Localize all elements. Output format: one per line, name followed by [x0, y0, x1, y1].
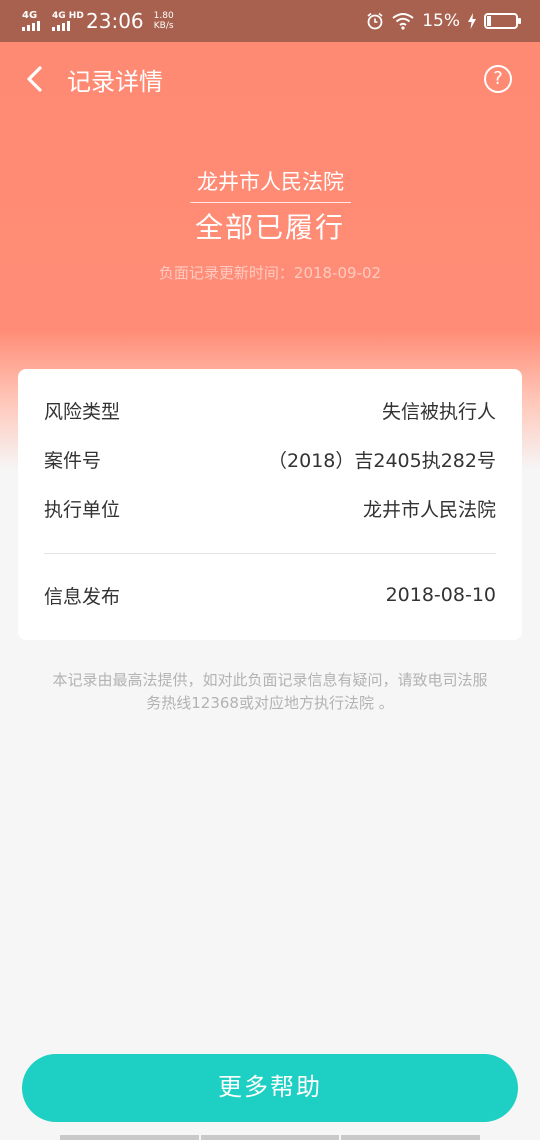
update-date: 2018-09-02 — [293, 264, 382, 282]
status-bar-left: 4G 4G HD 23:06 1.80 KB/s — [22, 9, 174, 33]
detail-row-publish-date: 信息发布 2018-08-10 — [44, 580, 496, 610]
network-speed: 1.80 KB/s — [154, 11, 174, 31]
detail-label: 风险类型 — [44, 400, 121, 423]
back-arrow-icon[interactable] — [22, 64, 48, 94]
speed-value: 1.80 — [153, 11, 174, 21]
card-divider — [44, 553, 496, 554]
charging-icon — [468, 13, 476, 29]
detail-value: 龙井市人民法院 — [362, 498, 496, 521]
more-help-button[interactable]: 更多帮助 — [22, 1054, 518, 1122]
battery-icon — [484, 13, 521, 29]
status-bar-right: 15% — [366, 11, 521, 31]
detail-label: 案件号 — [44, 449, 102, 472]
detail-value: 2018-08-10 — [385, 584, 496, 606]
alarm-icon — [367, 12, 383, 30]
sim2-label: 4G HD — [52, 11, 84, 21]
sim1-label: 4G — [22, 10, 38, 21]
detail-value: （2018）吉2405执282号 — [268, 449, 496, 472]
battery-fill — [487, 16, 491, 26]
battery-percent: 15% — [422, 11, 460, 31]
detail-label: 执行单位 — [44, 498, 121, 521]
detail-value: 失信被执行人 — [381, 400, 496, 423]
speed-unit: KB/s — [153, 21, 174, 31]
navigation-bar — [60, 1135, 481, 1140]
detail-row-executing-unit: 执行单位 龙井市人民法院 — [44, 493, 496, 523]
wifi-icon — [392, 13, 414, 30]
signal-icon: 4G — [22, 11, 46, 31]
status-bar: 4G 4G HD 23:06 1.80 KB/s 15% — [0, 0, 540, 42]
update-time: 负面记录更新时间：2018-09-02 — [0, 262, 540, 283]
status-time: 23:06 — [86, 9, 144, 33]
detail-row-case-number: 案件号 （2018）吉2405执282号 — [44, 444, 496, 474]
status-title: 全部已履行 — [194, 211, 345, 244]
signal-icon: 4G HD — [52, 11, 84, 31]
toolbar: 记录详情 ? — [0, 42, 540, 116]
update-label: 负面记录更新时间： — [158, 264, 294, 282]
question-icon[interactable]: ? — [484, 65, 512, 93]
detail-row-risk-type: 风险类型 失信被执行人 — [44, 395, 496, 425]
disclaimer-note: 本记录由最高法提供，如对此负面记录信息有疑问，请致电司法服务热线12368或对应… — [52, 671, 488, 712]
detail-label: 信息发布 — [44, 585, 121, 608]
court-name: 龙井市人民法院 — [190, 166, 351, 203]
page-title: 记录详情 — [67, 68, 163, 96]
details-card: 风险类型 失信被执行人 案件号 （2018）吉2405执282号 执行单位 龙井… — [18, 369, 522, 640]
